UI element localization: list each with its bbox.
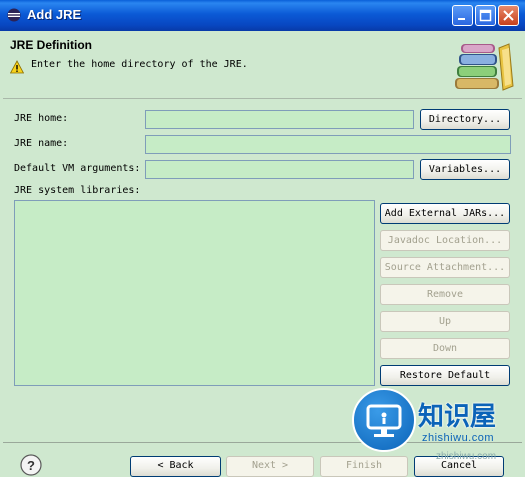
libraries-label: JRE system libraries: (14, 185, 141, 196)
directory-button[interactable]: Directory... (420, 109, 510, 130)
finish-button[interactable]: Finish (320, 456, 408, 477)
close-icon (503, 10, 514, 21)
window-title: Add JRE (27, 7, 82, 22)
minimize-icon (458, 18, 465, 20)
svg-text:?: ? (27, 458, 35, 473)
minimize-button[interactable] (452, 5, 473, 26)
back-button[interactable]: < Back (130, 456, 221, 477)
jre-home-label: JRE home: (14, 113, 69, 124)
watermark-logo: 知识屋 zhishiwu.com (352, 388, 525, 454)
restore-default-button[interactable]: Restore Default (380, 365, 510, 386)
source-attachment-button[interactable]: Source Attachment... (380, 257, 510, 278)
add-external-jars-button[interactable]: Add External JARs... (380, 203, 510, 224)
watermark-title: 知识屋 (418, 402, 497, 432)
jre-name-input[interactable] (145, 135, 511, 154)
variables-button[interactable]: Variables... (420, 159, 510, 180)
vm-args-label: Default VM arguments: (14, 163, 141, 174)
watermark-circle (352, 388, 416, 452)
up-button[interactable]: Up (380, 311, 510, 332)
next-button[interactable]: Next > (226, 456, 314, 477)
jre-name-label: JRE name: (14, 138, 69, 149)
javadoc-location-button[interactable]: Javadoc Location... (380, 230, 510, 251)
jre-home-input[interactable] (145, 110, 414, 129)
close-button[interactable] (498, 5, 519, 26)
maximize-button[interactable] (475, 5, 496, 26)
watermark-url: zhishiwu.com (422, 432, 495, 444)
header-banner: JRE Definition Enter the home directory … (3, 31, 522, 99)
watermark-url-secondary: zhishiwu.com (436, 451, 497, 462)
banner-message: Enter the home directory of the JRE. (31, 59, 248, 70)
page-title: JRE Definition (10, 38, 93, 52)
warning-icon (10, 60, 24, 74)
monitor-icon (366, 404, 402, 437)
eclipse-icon (7, 8, 21, 22)
libraries-list[interactable] (14, 200, 375, 386)
help-icon[interactable]: ? (20, 454, 42, 476)
remove-button[interactable]: Remove (380, 284, 510, 305)
library-books-icon (455, 43, 514, 91)
title-bar[interactable]: Add JRE (0, 0, 525, 31)
maximize-icon (479, 9, 492, 22)
vm-args-input[interactable] (145, 160, 414, 179)
down-button[interactable]: Down (380, 338, 510, 359)
